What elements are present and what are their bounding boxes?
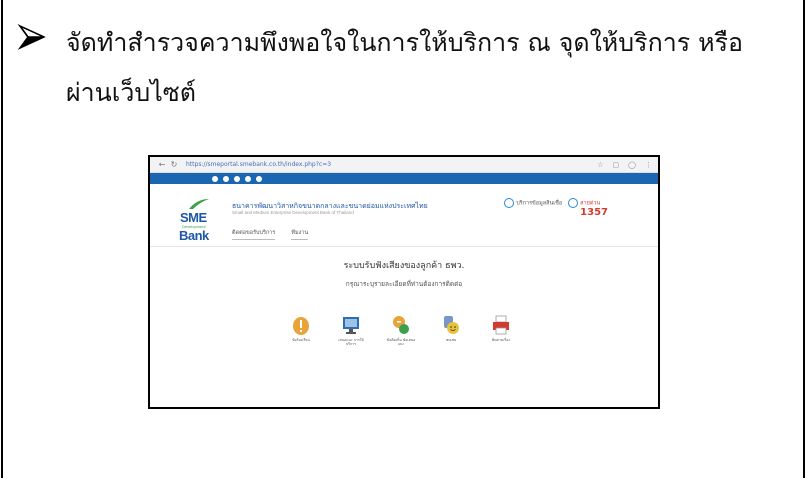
- service-label: ข้อคิดเห็น ข้อเสนอแนะ: [386, 338, 416, 346]
- line-icon[interactable]: [256, 175, 262, 182]
- youtube-icon[interactable]: [245, 175, 251, 182]
- menu-item-team[interactable]: ทีมงาน: [291, 229, 309, 240]
- star-icon[interactable]: ☆: [597, 161, 603, 169]
- browser-toolbar: ← ↻ https://smeportal.smebank.co.th/inde…: [150, 157, 658, 173]
- browser-actions: ☆ ▢ ◯ ⋮: [597, 161, 652, 169]
- service-label: ชมเชย: [445, 338, 457, 342]
- bullet-text: จัดทำสำรวจความพึงพอใจในการให้บริการ ณ จุ…: [66, 28, 744, 107]
- address-bar[interactable]: https://smeportal.smebank.co.th/index.ph…: [186, 161, 331, 168]
- hotline-number: 1357: [580, 207, 608, 218]
- profile-icon[interactable]: ◯: [628, 161, 636, 169]
- reload-icon[interactable]: ↻: [168, 160, 180, 169]
- website-screenshot: ← ↻ https://smeportal.smebank.co.th/inde…: [148, 155, 660, 409]
- printer-icon: [493, 315, 509, 335]
- service-feedback[interactable]: ข้อคิดเห็น ข้อเสนอแนะ: [385, 314, 417, 346]
- service-complaint[interactable]: ข้อร้องเรียน: [285, 314, 317, 346]
- hotline-label: สายด่วน: [580, 200, 601, 207]
- menu-icon[interactable]: ⋮: [645, 161, 652, 169]
- service-tracking[interactable]: ติดตามเรื่อง: [485, 314, 517, 346]
- site-header: SME Development Bank ธนาคารพัฒนาวิสาหกิจ…: [150, 184, 658, 247]
- menu-item-contact[interactable]: ติดต่อขอรับบริการ: [232, 229, 276, 240]
- service-label: ข้อร้องเรียน: [292, 338, 310, 342]
- back-icon[interactable]: ←: [156, 160, 168, 169]
- logo-swoosh-icon: [189, 199, 209, 209]
- service-label: ติดตามเรื่อง: [492, 338, 510, 342]
- instagram-icon[interactable]: [234, 175, 240, 182]
- site-menu: ติดต่อขอรับบริการ ทีมงาน: [232, 229, 309, 240]
- contact-block: บริการข้อมูลสินเชื่อ สายด่วน 1357: [504, 198, 608, 218]
- monitor-icon: [343, 317, 359, 334]
- contact-info[interactable]: บริการข้อมูลสินเชื่อ: [504, 198, 562, 208]
- facebook-icon[interactable]: [212, 175, 218, 182]
- phone-icon: [568, 198, 579, 208]
- bullet-row: [17, 17, 47, 52]
- bank-name-en: Small and Medium Enterprise Development …: [232, 210, 354, 215]
- idea-icon: [393, 316, 409, 334]
- extension-icon[interactable]: ▢: [613, 161, 620, 169]
- arrow-bullet-icon: [17, 24, 46, 50]
- main-subtitle: กรุณาระบุรายละเอียดที่ท่านต้องการติดต่อ: [345, 280, 463, 288]
- service-list: ข้อร้องเรียน เสนอแนะ การให้บริการ ข้อคิด…: [285, 314, 517, 346]
- alert-icon: [293, 317, 309, 335]
- service-label: เสนอแนะ การให้บริการ: [338, 338, 364, 346]
- globe-icon: [504, 198, 515, 208]
- logo-sme-text: SME: [180, 210, 207, 225]
- main-title: ระบบรับฟังเสียงของลูกค้า ธพว.: [343, 261, 465, 271]
- hotline[interactable]: สายด่วน 1357: [568, 198, 608, 218]
- service-praise[interactable]: ชมเชย: [435, 314, 467, 346]
- service-suggestion[interactable]: เสนอแนะ การให้บริการ: [335, 314, 367, 346]
- logo-bank-text: Bank: [179, 228, 209, 243]
- praise-icon: [444, 316, 459, 334]
- twitter-icon[interactable]: [223, 175, 229, 182]
- sme-bank-logo[interactable]: SME Development Bank: [178, 198, 214, 243]
- social-bar: [150, 173, 658, 184]
